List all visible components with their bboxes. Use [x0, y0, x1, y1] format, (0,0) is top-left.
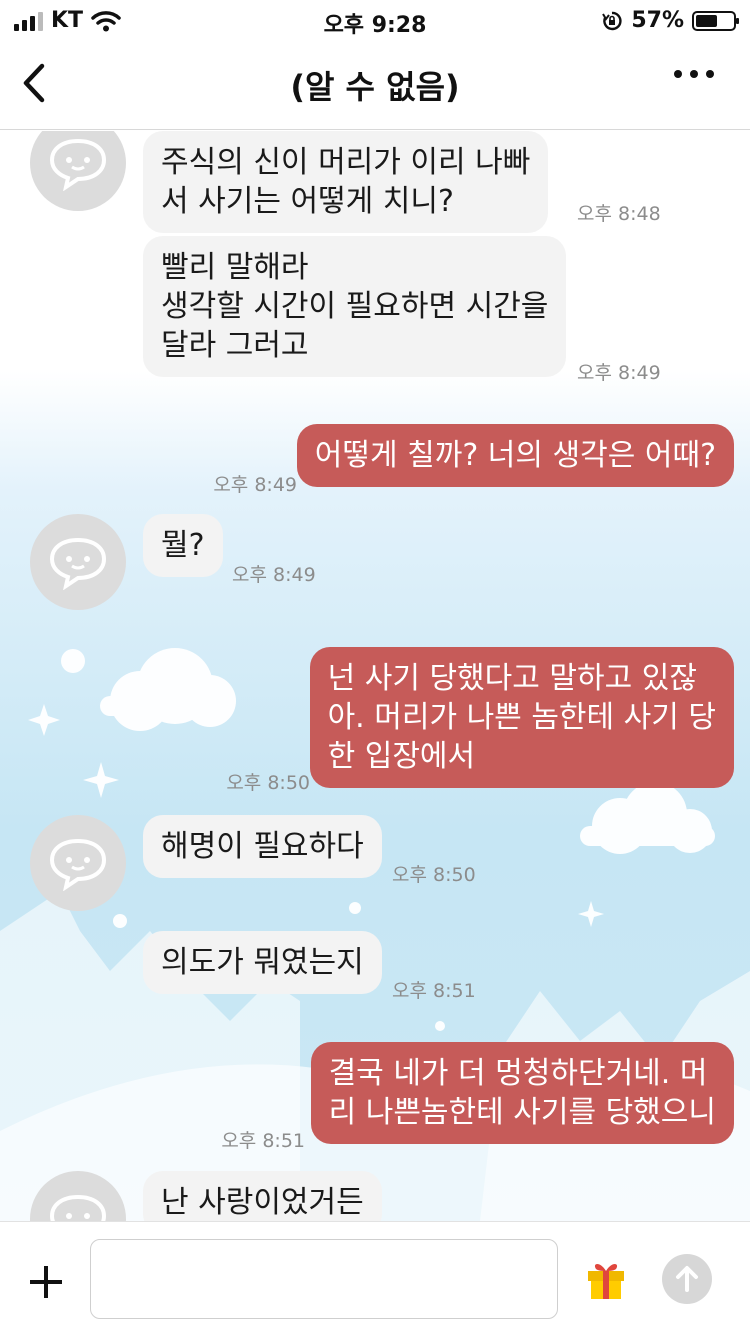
message-line: 주식의 신이 머리가 이리 나빠 [161, 145, 531, 180]
message-line: 의도가 뭐였는지 [161, 945, 364, 980]
message-line: 결국 네가 더 멍청하단거네. 머 [328, 1056, 708, 1091]
outgoing-message-bubble[interactable]: 어떻게 칠까? 너의 생각은 어때? [296, 424, 734, 487]
speech-bubble-icon [49, 838, 107, 891]
speech-bubble-icon [49, 537, 107, 590]
status-bar: KT 오후 9:28 57% [0, 0, 750, 40]
message-timestamp: 오후 8:50 [226, 772, 310, 794]
message-line: 해명이 필요하다 [161, 829, 364, 864]
incoming-message-bubble[interactable]: 주식의 신이 머리가 이리 나빠서 사기는 어떻게 치니? [143, 131, 549, 233]
message-line: 넌 사기 당했다고 말하고 있잖 [327, 661, 697, 696]
speech-bubble-icon [49, 138, 107, 191]
plus-button[interactable] [26, 1262, 66, 1302]
message-timestamp: 오후 8:49 [577, 362, 661, 384]
nav-bar: (알 수 없음) [0, 40, 750, 130]
message-line: 생각할 시간이 필요하면 시간을 [161, 289, 549, 324]
outgoing-message-bubble[interactable]: 넌 사기 당했다고 말하고 있잖아. 머리가 나쁜 놈한테 사기 당한 입장에서 [309, 647, 734, 788]
incoming-message-bubble[interactable]: 빨리 말해라생각할 시간이 필요하면 시간을달라 그러고 [143, 236, 567, 377]
chat-title: (알 수 없음) [290, 68, 460, 106]
avatar[interactable] [30, 815, 126, 911]
message-timestamp: 오후 8:50 [392, 864, 476, 886]
more-button[interactable] [674, 70, 714, 78]
incoming-message-bubble[interactable]: 난 사랑이었거든 [143, 1171, 382, 1221]
message-line: 리 나쁜놈한테 사기를 당했으니 [328, 1095, 716, 1130]
message-line: 한 입장에서 [327, 739, 476, 774]
status-right: 57% [601, 8, 739, 33]
message-line: 빨리 말해라 [161, 250, 309, 285]
message-timestamp: 오후 8:49 [232, 564, 316, 586]
message-timestamp: 오후 8:51 [221, 1130, 305, 1152]
message-line: 달라 그러고 [161, 328, 309, 363]
send-button[interactable] [662, 1254, 712, 1304]
gift-icon [588, 1264, 624, 1299]
battery-percent: 57% [631, 8, 684, 33]
message-line: 아. 머리가 나쁜 놈한테 사기 당 [327, 700, 716, 735]
incoming-message-bubble[interactable]: 의도가 뭐였는지 [143, 931, 382, 994]
input-bar [0, 1221, 750, 1334]
speech-bubble-icon [49, 1194, 107, 1221]
chat-area[interactable]: 주식의 신이 머리가 이리 나빠서 사기는 어떻게 치니? 오후 8:48 빨리 말… [0, 131, 750, 1221]
battery-icon [692, 10, 739, 31]
message-line: 어떻게 칠까? 너의 생각은 어때? [314, 438, 716, 473]
outgoing-message-bubble[interactable]: 결국 네가 더 멍청하단거네. 머리 나쁜놈한테 사기를 당했으니 [310, 1042, 734, 1144]
message-input[interactable] [90, 1239, 558, 1319]
send-arrow-icon [676, 1266, 698, 1292]
message-line: 뭘? [161, 528, 205, 563]
message-line: 서 사기는 어떻게 치니? [161, 184, 454, 219]
incoming-message-bubble[interactable]: 해명이 필요하다 [143, 815, 382, 878]
message-timestamp: 오후 8:49 [213, 474, 297, 496]
message-timestamp: 오후 8:51 [392, 980, 476, 1002]
message-timestamp: 오후 8:48 [577, 203, 661, 225]
rotation-lock-icon [602, 11, 622, 30]
gift-button[interactable] [582, 1255, 630, 1303]
avatar[interactable] [30, 514, 126, 610]
message-line: 난 사랑이었거든 [161, 1185, 364, 1220]
incoming-message-bubble[interactable]: 뭘? [143, 514, 223, 577]
ellipsis-icon [674, 70, 682, 78]
